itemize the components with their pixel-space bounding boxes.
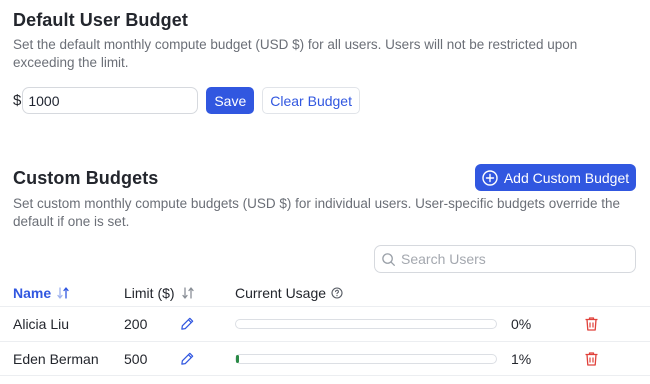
add-custom-budget-label: Add Custom Budget — [503, 169, 630, 186]
sort-icon[interactable] — [181, 286, 195, 300]
save-button[interactable]: Save — [206, 87, 255, 114]
currency-symbol: $ — [13, 92, 22, 109]
trash-icon[interactable] — [584, 351, 599, 367]
default-budget-input[interactable] — [22, 87, 199, 114]
default-budget-form: $ Save Clear Budget — [13, 87, 360, 114]
usage-bar — [235, 319, 497, 329]
table-row: Alicia Liu 200 0% — [0, 306, 650, 341]
user-name: Eden Berman — [13, 351, 99, 367]
sort-icon[interactable] — [56, 286, 70, 300]
default-budget-title: Default User Budget — [13, 10, 188, 30]
usage-bar-fill — [236, 355, 240, 363]
user-name: Alicia Liu — [13, 316, 70, 332]
pencil-icon[interactable] — [180, 351, 195, 366]
search-users-input[interactable] — [401, 251, 621, 267]
usage-bar — [235, 354, 497, 364]
column-header-usage-label: Current Usage — [235, 285, 327, 301]
clear-budget-button[interactable]: Clear Budget — [262, 87, 360, 114]
pencil-icon[interactable] — [180, 316, 195, 331]
trash-icon[interactable] — [584, 316, 599, 332]
user-limit: 200 — [124, 316, 148, 332]
info-icon[interactable] — [331, 287, 343, 299]
column-header-name-label: Name — [13, 285, 52, 301]
usage-percent: 1% — [511, 351, 532, 367]
custom-budgets-description: Set custom monthly compute budgets (USD … — [13, 196, 621, 229]
table-row: Eden Berman 500 1% — [0, 341, 650, 376]
search-icon — [381, 252, 396, 267]
custom-budgets-title: Custom Budgets — [13, 168, 159, 188]
column-header-limit[interactable]: Limit ($) — [124, 285, 195, 301]
add-custom-budget-button[interactable]: Add Custom Budget — [475, 164, 636, 191]
column-header-name[interactable]: Name — [13, 285, 70, 301]
column-header-usage: Current Usage — [235, 285, 343, 301]
plus-circle-icon — [482, 169, 498, 186]
user-limit: 500 — [124, 351, 148, 367]
usage-percent: 0% — [511, 316, 532, 332]
search-users-field[interactable] — [374, 245, 636, 273]
default-budget-description: Set the default monthly compute budget (… — [13, 37, 578, 70]
column-header-limit-label: Limit ($) — [124, 285, 175, 301]
